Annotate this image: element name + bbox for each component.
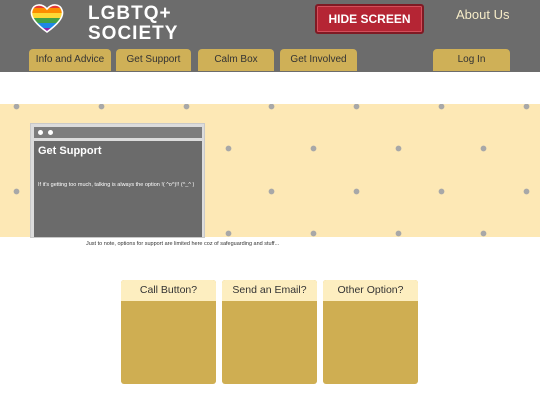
other-option-card[interactable]: Other Option? [323,280,418,384]
site-header: LGBTQ+ SOCIETY HIDE SCREEN About Us Info… [0,0,540,72]
about-us-link[interactable]: About Us [456,7,509,22]
window-text: If it's getting too much, talking is alw… [38,182,195,188]
window-title-bar [34,127,202,138]
window-dot-icon [38,130,43,135]
other-option-label: Other Option? [323,280,418,301]
tab-info-and-advice[interactable]: Info and Advice [29,49,111,71]
site-logo[interactable]: LGBTQ+ SOCIETY [30,1,177,47]
call-option-card[interactable]: Call Button? [121,280,216,384]
logo-text-line1: LGBTQ+ [88,3,172,24]
email-option-label: Send an Email? [222,280,317,301]
safeguarding-note: Just to note, options for support are li… [86,241,280,247]
login-button[interactable]: Log In [433,49,510,71]
window-dot-icon [48,130,53,135]
email-option-card[interactable]: Send an Email? [222,280,317,384]
logo-text-line2: SOCIETY [88,23,179,44]
window-body: Get Support If it's getting too much, ta… [34,141,202,237]
rainbow-heart-icon [30,4,64,33]
tab-get-involved[interactable]: Get Involved [280,49,357,71]
tab-calm-box[interactable]: Calm Box [198,49,274,71]
tab-get-support[interactable]: Get Support [116,49,191,71]
window-title: Get Support [38,145,102,157]
get-support-window: Get Support If it's getting too much, ta… [31,124,204,237]
logo-text: LGBTQ+ SOCIETY [88,4,178,44]
call-option-label: Call Button? [121,280,216,301]
hide-screen-button[interactable]: HIDE SCREEN [315,4,424,34]
